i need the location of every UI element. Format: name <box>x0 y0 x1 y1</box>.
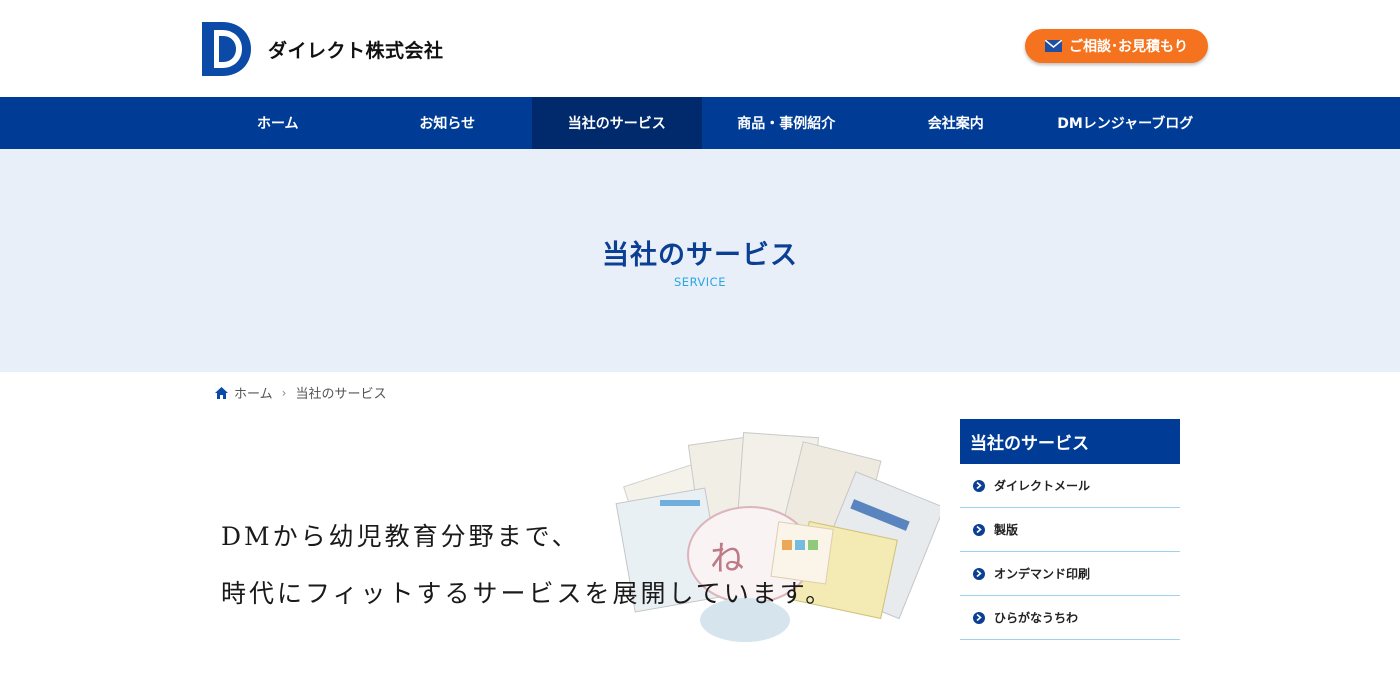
nav-item-services[interactable]: 当社のサービス <box>532 97 702 149</box>
sidebar-menu: 当社のサービス ダイレクトメール 製版 オンデマンド印刷 ひらがなうちわ <box>960 419 1180 640</box>
printed-materials-collage: ね <box>615 432 940 642</box>
page-title: 当社のサービス <box>602 240 798 271</box>
chevron-right-icon <box>973 611 985 624</box>
site-header: ダイレクト株式会社 ご相談･お見積もり <box>0 0 1400 97</box>
svg-text:ね: ね <box>710 539 744 579</box>
nav-item-products[interactable]: 商品・事例紹介 <box>702 97 872 149</box>
nav-item-news[interactable]: お知らせ <box>363 97 533 149</box>
sidebar-item-on-demand-printing[interactable]: オンデマンド印刷 <box>960 552 1180 596</box>
page-hero: 当社のサービス SERVICE <box>0 149 1400 372</box>
sidebar-item-label: ダイレクトメール <box>994 479 1091 493</box>
nav-item-home[interactable]: ホーム <box>193 97 363 149</box>
mail-icon <box>1045 40 1062 52</box>
sidebar-item-direct-mail[interactable]: ダイレクトメール <box>960 464 1180 508</box>
sidebar-item-plate-making[interactable]: 製版 <box>960 508 1180 552</box>
main-copy-line2: 時代にフィットするサービスを展開しています。 <box>221 579 834 608</box>
company-name: ダイレクト株式会社 <box>268 40 444 62</box>
main-copy-line1: DMから幼児教育分野まで、 <box>221 522 580 551</box>
nav-item-blog[interactable]: DMレンジャーブログ <box>1041 97 1211 149</box>
breadcrumb: ホーム › 当社のサービス <box>215 383 386 402</box>
breadcrumb-home[interactable]: ホーム <box>215 383 273 402</box>
contact-button[interactable]: ご相談･お見積もり <box>1025 29 1208 63</box>
breadcrumb-separator: › <box>281 385 287 400</box>
breadcrumb-home-label: ホーム <box>234 387 273 402</box>
sidebar-item-label: ひらがなうちわ <box>994 611 1079 625</box>
home-icon <box>215 386 228 399</box>
contact-button-label: ご相談･お見積もり <box>1069 39 1188 55</box>
chevron-right-icon <box>973 479 985 492</box>
chevron-right-icon <box>973 567 985 580</box>
company-logo[interactable] <box>200 18 252 78</box>
sidebar-item-label: オンデマンド印刷 <box>994 567 1091 581</box>
chevron-right-icon <box>973 523 985 536</box>
breadcrumb-current: 当社のサービス <box>295 387 387 402</box>
sidebar-title: 当社のサービス <box>960 419 1180 464</box>
nav-item-company[interactable]: 会社案内 <box>871 97 1041 149</box>
sidebar-item-hiragana-uchiwa[interactable]: ひらがなうちわ <box>960 596 1180 640</box>
global-nav: ホーム お知らせ 当社のサービス 商品・事例紹介 会社案内 DMレンジャーブログ <box>0 97 1400 149</box>
sidebar-item-label: 製版 <box>994 523 1019 537</box>
page-subtitle: SERVICE <box>674 275 726 289</box>
